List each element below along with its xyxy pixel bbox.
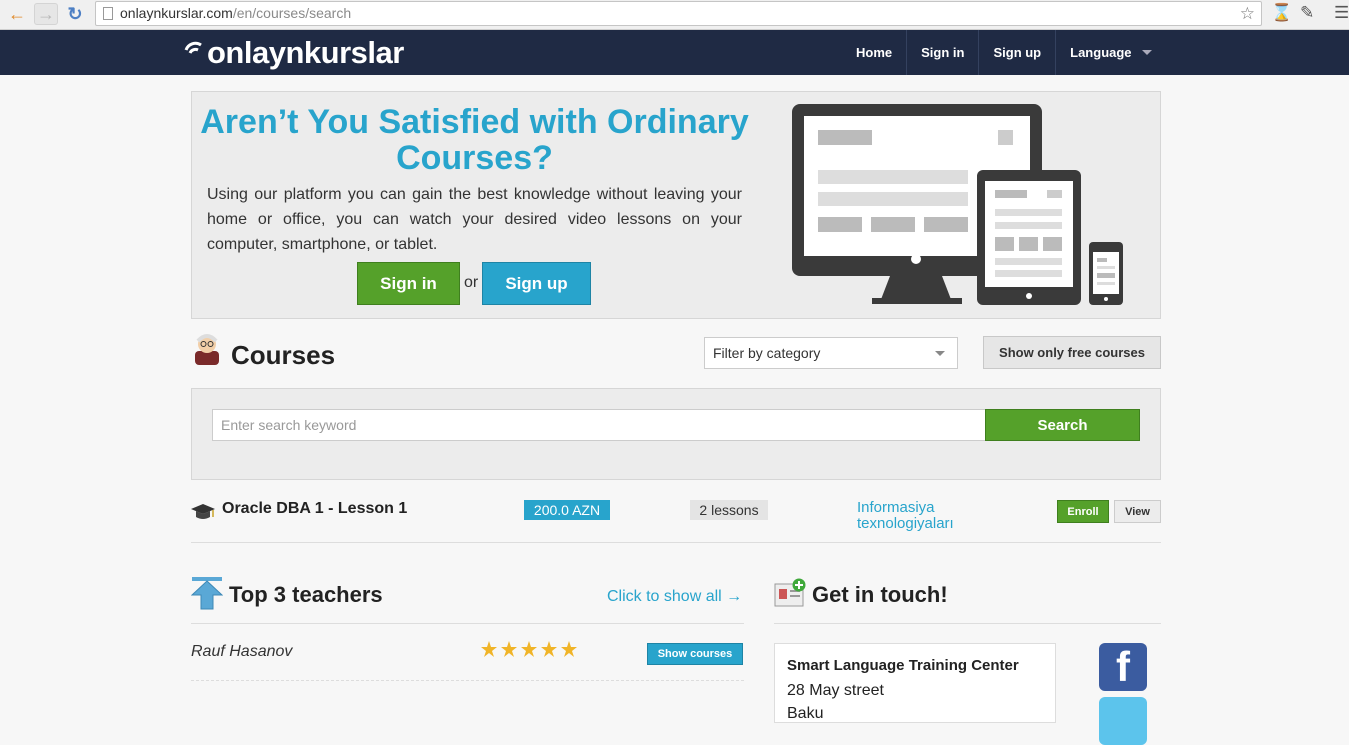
course-row: Oracle DBA 1 - Lesson 1 200.0 AZN 2 less… [191,492,1161,543]
nav-home[interactable]: Home [842,30,906,75]
star-icon [481,641,497,657]
nav-sign-in-label: Sign in [921,45,965,60]
url-domain: onlaynkurslar.com [120,5,233,21]
hero-description: Using our platform you can gain the best… [207,186,742,253]
nav-language[interactable]: Language [1055,30,1165,75]
get-in-touch-title: Get in touch! [812,582,948,607]
site-logo[interactable]: onlaynkurslar [183,33,404,73]
caret-down-icon [1141,50,1152,55]
arrow-up-icon [191,577,223,610]
contact-name: Smart Language Training Center [787,657,1019,674]
category-filter-select[interactable]: Filter by category [704,337,958,369]
course-lessons-badge: 2 lessons [690,500,768,520]
url-path: /en/courses/search [232,5,352,21]
search-button[interactable]: Search [985,409,1140,441]
nav-sign-up-label: Sign up [993,45,1042,60]
top-teachers-title: Top 3 teachers [229,582,383,607]
bookmark-star-icon[interactable]: ☆ [1240,2,1255,25]
search-input[interactable]: Enter search keyword [212,409,986,441]
hero-sign-up-button[interactable]: Sign up [482,262,591,305]
teacher-rating [481,641,577,657]
star-icon [561,641,577,657]
hero-title: Aren’t You Satisfied with Ordinary Cours… [200,103,749,177]
divider [191,623,744,624]
hero-or-text: or [464,274,479,291]
devices-illustration [792,104,1123,305]
eyedropper-icon[interactable]: ✎ [1300,3,1314,23]
enroll-button[interactable]: Enroll [1057,500,1109,523]
nav-home-label: Home [856,45,893,60]
professor-icon [195,334,219,365]
star-icon [541,641,557,657]
nav-sign-up[interactable]: Sign up [978,30,1055,75]
page-icon [103,7,113,20]
divider [774,623,1161,624]
course-title[interactable]: Oracle DBA 1 - Lesson 1 [222,500,407,518]
courses-title: Courses [231,340,336,370]
twitter-icon[interactable] [1099,697,1147,745]
facebook-icon[interactable]: f [1099,643,1147,691]
course-category-link[interactable]: Informasiya texnologiyaları [857,500,987,532]
hero-sign-in-button[interactable]: Sign in [357,262,460,305]
reload-icon[interactable]: ↻ [63,3,87,25]
browser-toolbar: ← → ↻ onlaynkurslar.com/en/courses/searc… [0,0,1349,30]
address-bar[interactable]: onlaynkurslar.com/en/courses/search ☆ [95,1,1262,26]
star-icon [521,641,537,657]
nav-language-label: Language [1070,45,1132,60]
teacher-name[interactable]: Rauf Hasanov [191,643,292,661]
graduation-cap-icon [191,504,215,519]
back-icon[interactable]: ← [5,3,29,25]
star-icon [501,641,517,657]
category-filter-label: Filter by category [713,345,821,361]
hero-banner: Aren’t You Satisfied with Ordinary Cours… [191,91,1161,319]
free-courses-button[interactable]: Show only free courses [983,336,1161,369]
show-all-teachers-link[interactable]: Click to show all → [607,588,742,606]
logo-text: onlaynkurslar [207,35,404,70]
divider [191,680,744,681]
course-price-badge: 200.0 AZN [524,500,610,520]
forward-icon[interactable]: → [34,3,58,25]
contact-street: 28 May street [787,682,884,699]
show-courses-button[interactable]: Show courses [647,643,743,665]
nav-menu: Home Sign in Sign up Language [842,30,1166,75]
contact-card-icon [774,578,806,607]
signal-icon [184,41,202,54]
view-button[interactable]: View [1114,500,1161,523]
contact-city: Baku [787,705,824,722]
menu-icon[interactable]: ☰ [1334,3,1349,23]
nav-sign-in[interactable]: Sign in [906,30,978,75]
chevron-down-icon [935,351,945,356]
hourglass-icon[interactable]: ⌛ [1271,3,1292,23]
